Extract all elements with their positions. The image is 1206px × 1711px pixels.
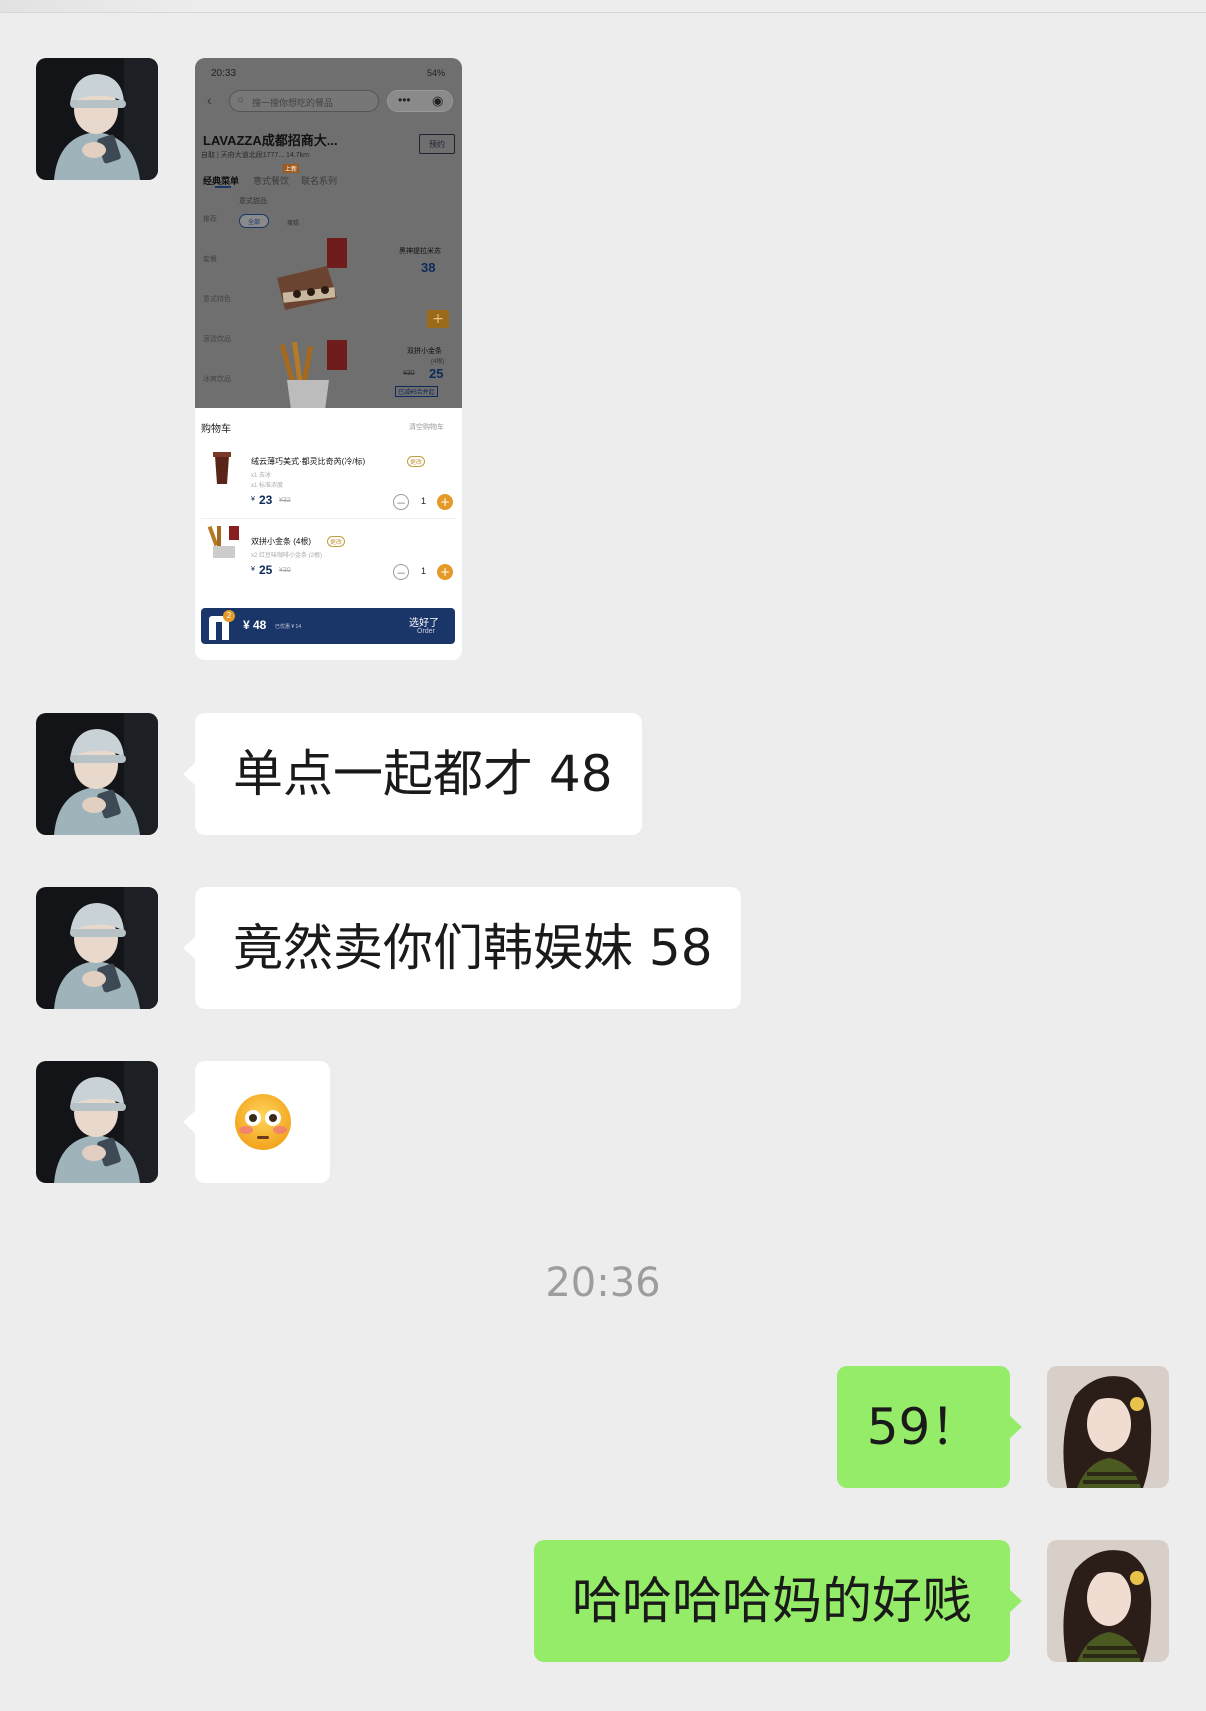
item2-discount-tag: 已减¥5合并起: [395, 386, 438, 397]
side-cat-1[interactable]: 推荐: [203, 214, 217, 224]
cart-item2-tag[interactable]: 更改: [327, 536, 346, 547]
add-item1-button[interactable]: +: [427, 310, 449, 328]
order-saved: 已优惠 ¥ 14: [275, 624, 302, 630]
message-text: 竟然卖你们韩娱妹 58: [233, 919, 713, 977]
message-bubble[interactable]: 竟然卖你们韩娱妹 58: [183, 887, 741, 1009]
cart-item1-opt1: x1 去冰: [251, 473, 272, 479]
top-divider: [0, 0, 1206, 13]
cart-item1-plus[interactable]: +: [437, 494, 453, 510]
chat-timestamp: 20:36: [545, 1260, 661, 1306]
status-battery: 54%: [427, 68, 446, 78]
cart-item1-old-price: ¥32: [279, 497, 291, 504]
cart-item2-name[interactable]: 双拼小金条 (4根): [251, 536, 311, 547]
tab-collab[interactable]: 联名系列: [301, 174, 337, 187]
cart-item2-opt1: x2 红豆味咖啡小金条 (2根): [251, 553, 323, 559]
store-name[interactable]: LAVAZZA成都招商大...: [203, 130, 338, 149]
cart-item1-image: [213, 452, 231, 484]
my-message-bubble[interactable]: 59！: [837, 1366, 1022, 1488]
tiramisu-image: [277, 238, 347, 310]
order-button-sub: Order: [417, 628, 435, 635]
close-icon[interactable]: ◉: [432, 93, 443, 109]
reserve-label: 预约: [429, 140, 445, 149]
tab-indicator: [215, 186, 231, 188]
cart-item1-qty: 1: [421, 496, 427, 506]
friend-avatar[interactable]: [36, 1061, 158, 1183]
cart-clear[interactable]: 清空购物车: [409, 422, 444, 432]
item1-name[interactable]: 黑神提拉米苏: [399, 246, 441, 256]
miniapp-capsule[interactable]: ••• ◉: [387, 90, 453, 112]
cart-item2-qty: 1: [421, 566, 427, 576]
chip-cake[interactable]: 蛋糕: [287, 218, 299, 227]
my-avatar[interactable]: [1047, 1366, 1169, 1488]
emoji-bubble[interactable]: 😳: [183, 1061, 330, 1183]
status-time: 20:33: [211, 68, 237, 79]
cart-divider: [201, 518, 456, 519]
order-bar[interactable]: 2 ¥ 48 已优惠 ¥ 14 选好了 Order: [201, 608, 455, 644]
search-placeholder: 搜一搜你想吃的餐品: [252, 98, 334, 108]
cart-item1-minus[interactable]: −: [393, 494, 409, 510]
item2-price: 25: [429, 366, 444, 381]
cart-item1-opt2: x1 标准浓度: [251, 483, 284, 489]
side-cat-2[interactable]: 套餐: [203, 254, 217, 264]
churro-image: [279, 340, 347, 410]
friend-avatar[interactable]: [36, 58, 158, 180]
cart-item1-tag[interactable]: 更改: [407, 456, 426, 467]
tab-italian[interactable]: 意式餐饮: [253, 174, 289, 187]
chip-all-label: 全部: [248, 220, 261, 226]
order-total: ¥ 48: [243, 618, 267, 632]
item1-price: 38: [421, 260, 436, 275]
cart-item2-old-price: ¥30: [279, 567, 291, 574]
cart-item1-price: 23: [259, 493, 273, 507]
friend-avatar[interactable]: [36, 887, 158, 1009]
side-cat-5[interactable]: 冰爽饮品: [203, 374, 231, 384]
message-bubble[interactable]: 单点一起都才 48: [183, 713, 642, 835]
cart-item1-currency: ¥: [251, 496, 255, 503]
reserve-button[interactable]: 预约: [419, 134, 455, 154]
message-text: 哈哈哈哈妈的好贱: [572, 1572, 972, 1630]
friend-avatar[interactable]: [36, 713, 158, 835]
cart-item2-image: [207, 525, 239, 558]
cart-item2-price: 25: [259, 563, 273, 577]
back-icon[interactable]: ‹: [207, 92, 212, 108]
image-message[interactable]: 20:33 54% ‹ 搜一搜你想吃的餐品 ○ ••• ◉ LAVAZZA成都招…: [195, 58, 462, 660]
store-subtitle: 自取 | 天府大道北段1777... 14.7km: [201, 152, 310, 159]
flushed-face-icon: [234, 1094, 291, 1150]
search-box[interactable]: 搜一搜你想吃的餐品 ○: [229, 90, 379, 112]
cart-count-badge: 2: [223, 610, 235, 622]
search-icon: ○: [237, 94, 244, 106]
my-message-bubble[interactable]: 哈哈哈哈妈的好贱: [534, 1540, 1022, 1662]
more-icon[interactable]: •••: [398, 93, 411, 107]
cart-item2-plus[interactable]: +: [437, 564, 453, 580]
item2-name[interactable]: 双拼小金条: [407, 346, 442, 356]
chip-all[interactable]: 全部: [239, 214, 269, 228]
cart-item2-minus[interactable]: −: [393, 564, 409, 580]
tab-badge: 上新: [283, 164, 300, 173]
message-text: 单点一起都才 48: [233, 745, 613, 803]
my-avatar[interactable]: [1047, 1540, 1169, 1662]
cart-item2-currency: ¥: [251, 566, 255, 573]
side-cat-4[interactable]: 滚烫饮品: [203, 334, 231, 344]
item2-old-price: ¥30: [403, 370, 415, 377]
cart-title: 购物车: [201, 424, 231, 435]
cart-item1-name[interactable]: 绒云薄巧美式·都灵比奇芮(冷/标): [251, 456, 365, 467]
item2-sub: (4根): [431, 359, 445, 365]
section-label: 意式甜品: [239, 198, 267, 205]
message-text: 59！: [866, 1398, 981, 1456]
order-button-label[interactable]: 选好了: [409, 614, 439, 629]
side-cat-3[interactable]: 意式特色: [203, 294, 231, 304]
